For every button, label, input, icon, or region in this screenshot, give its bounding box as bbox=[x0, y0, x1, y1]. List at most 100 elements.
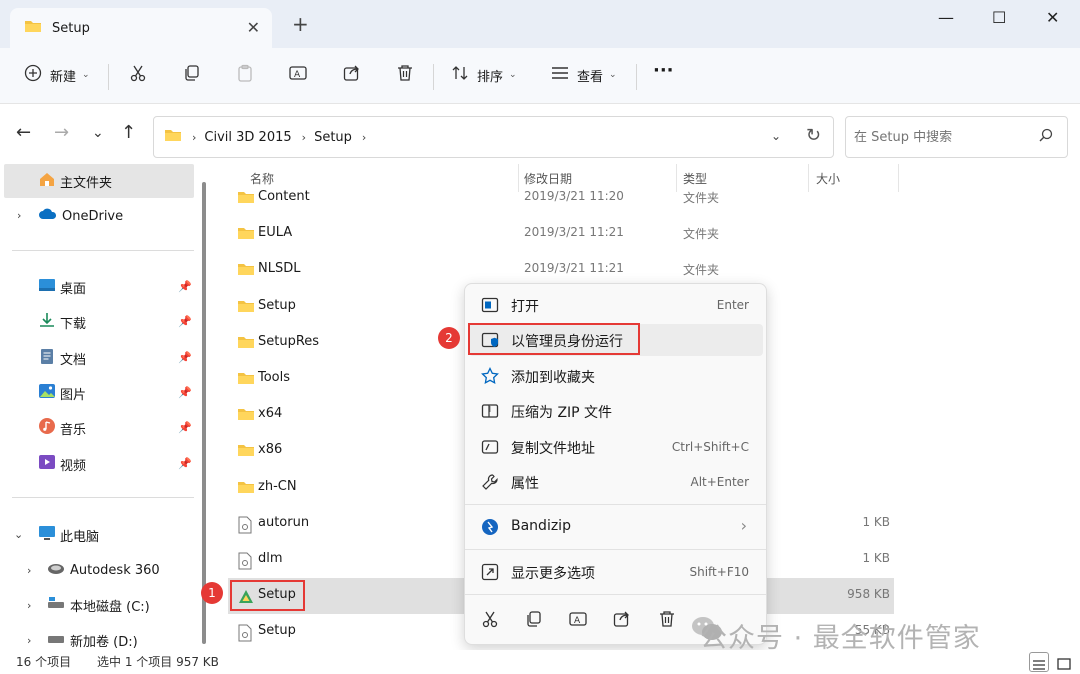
delete-button[interactable] bbox=[396, 64, 414, 86]
quick-share-button[interactable] bbox=[613, 610, 631, 632]
tiles-view-button[interactable] bbox=[1055, 652, 1075, 672]
new-tab-button[interactable]: + bbox=[292, 14, 309, 34]
view-icon bbox=[551, 64, 569, 86]
file-name: SetupRes bbox=[258, 333, 320, 349]
copy-icon bbox=[183, 64, 201, 86]
menu-item-properties[interactable]: 属性 Alt+Enter bbox=[469, 466, 763, 498]
tiles-view-icon bbox=[1055, 655, 1073, 674]
menu-item-copy-path[interactable]: 复制文件地址 Ctrl+Shift+C bbox=[469, 431, 763, 463]
new-label: 新建 bbox=[50, 69, 77, 85]
search-box[interactable] bbox=[845, 116, 1068, 158]
download-icon bbox=[38, 312, 56, 332]
file-date: 2019/3/21 11:21 bbox=[524, 261, 624, 276]
file-name: dlm bbox=[258, 551, 283, 566]
view-button[interactable]: 查看 ⌄ bbox=[551, 64, 617, 86]
sort-label: 排序 bbox=[477, 69, 504, 85]
folder-icon bbox=[237, 371, 255, 389]
minimize-button[interactable]: — bbox=[938, 8, 954, 27]
close-window-button[interactable]: ✕ bbox=[1046, 8, 1059, 27]
sidebar-item-home[interactable]: 主文件夹 bbox=[4, 164, 194, 198]
tab-setup[interactable]: Setup ✕ bbox=[10, 8, 272, 48]
new-button[interactable]: 新建 ⌄ bbox=[24, 64, 90, 86]
rename-button[interactable]: A bbox=[289, 64, 307, 86]
menu-item-bandizip[interactable]: Bandizip › bbox=[469, 511, 763, 543]
search-icon[interactable] bbox=[1039, 128, 1053, 146]
details-view-button[interactable] bbox=[1029, 652, 1049, 672]
pin-icon[interactable]: 📌 bbox=[178, 386, 192, 399]
breadcrumb-civil3d[interactable]: Civil 3D 2015 bbox=[204, 130, 291, 145]
shortcut-label: Ctrl+Shift+C bbox=[671, 440, 749, 454]
search-input[interactable] bbox=[854, 129, 1024, 145]
share-button[interactable] bbox=[343, 64, 361, 86]
divider bbox=[433, 64, 434, 90]
file-date: 2019/3/21 11:21 bbox=[524, 225, 624, 240]
sidebar-item-music[interactable]: 音乐 bbox=[0, 411, 86, 445]
file-type: 文件夹 bbox=[683, 191, 720, 205]
file-row[interactable]: Content 2019/3/21 11:20 文件夹 bbox=[228, 180, 894, 216]
settings-file-icon bbox=[237, 516, 253, 538]
quick-cut-button[interactable] bbox=[481, 610, 499, 632]
sidebar-item-drive-c[interactable]: 本地磁盘 (C:) bbox=[0, 588, 150, 622]
shortcut-label: Enter bbox=[716, 298, 749, 312]
sidebar-item-onedrive[interactable]: OneDrive bbox=[0, 199, 123, 233]
sort-button[interactable]: 排序 ⌄ bbox=[451, 64, 517, 86]
breadcrumb-separator: › bbox=[192, 130, 197, 144]
quick-rename-button[interactable]: A bbox=[569, 610, 587, 632]
sidebar-item-this-pc[interactable]: 此电脑 bbox=[0, 518, 99, 552]
up-arrow-icon[interactable]: ↑ bbox=[121, 124, 136, 142]
settings-file-icon bbox=[237, 552, 253, 574]
menu-item-label: 显示更多选项 bbox=[511, 566, 595, 582]
sidebar-item-downloads[interactable]: 下载 bbox=[0, 305, 86, 339]
pin-icon[interactable]: 📌 bbox=[178, 421, 192, 434]
pin-icon[interactable]: 📌 bbox=[178, 457, 192, 470]
menu-item-label: 添加到收藏夹 bbox=[511, 370, 595, 386]
menu-item-open[interactable]: 打开 Enter bbox=[469, 289, 763, 321]
address-dropdown-icon[interactable]: ⌄ bbox=[771, 129, 781, 143]
menu-item-show-more[interactable]: 显示更多选项 Shift+F10 bbox=[469, 556, 763, 588]
more-options-button[interactable]: ··· bbox=[653, 60, 674, 81]
recent-chevron-down-icon[interactable]: ⌄ bbox=[92, 124, 104, 142]
breadcrumb-setup[interactable]: Setup bbox=[314, 130, 352, 145]
file-name: Tools bbox=[258, 370, 291, 385]
sidebar-scrollbar[interactable] bbox=[202, 182, 206, 644]
file-row[interactable]: EULA 2019/3/21 11:21 文件夹 bbox=[228, 216, 894, 252]
sidebar-item-label: 音乐 bbox=[60, 422, 87, 438]
sidebar-item-label: 主文件夹 bbox=[60, 175, 113, 191]
file-type: 文件夹 bbox=[683, 227, 720, 242]
breadcrumb-separator: › bbox=[301, 130, 307, 144]
document-icon bbox=[40, 348, 54, 369]
sidebar-item-videos[interactable]: 视频 bbox=[0, 447, 86, 481]
paste-button[interactable] bbox=[236, 64, 254, 86]
scissors-icon bbox=[481, 611, 499, 632]
refresh-icon[interactable]: ↻ bbox=[806, 125, 821, 146]
sidebar-item-desktop[interactable]: 桌面 bbox=[0, 270, 86, 304]
cut-button[interactable] bbox=[129, 64, 147, 86]
back-arrow-icon[interactable]: ← bbox=[16, 124, 31, 142]
sidebar-item-documents[interactable]: 文档 bbox=[0, 341, 86, 375]
shortcut-label: Alt+Enter bbox=[690, 475, 749, 489]
file-date: 2019/3/21 11:20 bbox=[524, 189, 624, 203]
pin-icon[interactable]: 📌 bbox=[178, 351, 192, 364]
copy-button[interactable] bbox=[183, 64, 201, 86]
close-tab-icon[interactable]: ✕ bbox=[247, 18, 260, 37]
address-bar[interactable]: › Civil 3D 2015 › Setup › ⌄ ↻ bbox=[153, 116, 834, 158]
sidebar-item-pictures[interactable]: 图片 bbox=[0, 376, 86, 410]
column-divider[interactable] bbox=[898, 164, 899, 192]
pin-icon[interactable]: 📌 bbox=[178, 315, 192, 328]
show-more-icon bbox=[481, 563, 499, 585]
zip-folder-icon bbox=[481, 402, 499, 424]
menu-item-zip[interactable]: 压缩为 ZIP 文件 bbox=[469, 395, 763, 427]
file-name: Setup bbox=[258, 297, 296, 313]
forward-arrow-icon[interactable]: → bbox=[54, 124, 69, 142]
menu-item-add-favorites[interactable]: 添加到收藏夹 bbox=[469, 360, 763, 392]
maximize-button[interactable]: ☐ bbox=[992, 8, 1006, 27]
details-view-icon bbox=[1030, 656, 1048, 674]
quick-delete-button[interactable] bbox=[658, 610, 676, 632]
file-name: NLSDL bbox=[258, 261, 301, 277]
pin-icon[interactable]: 📌 bbox=[178, 280, 192, 293]
file-size: 1 KB bbox=[862, 551, 890, 565]
quick-copy-button[interactable] bbox=[525, 610, 543, 632]
sidebar-item-autodesk360[interactable]: Autodesk 360 bbox=[0, 553, 160, 587]
menu-item-label: 复制文件地址 bbox=[511, 441, 595, 457]
svg-text:A: A bbox=[574, 616, 581, 626]
